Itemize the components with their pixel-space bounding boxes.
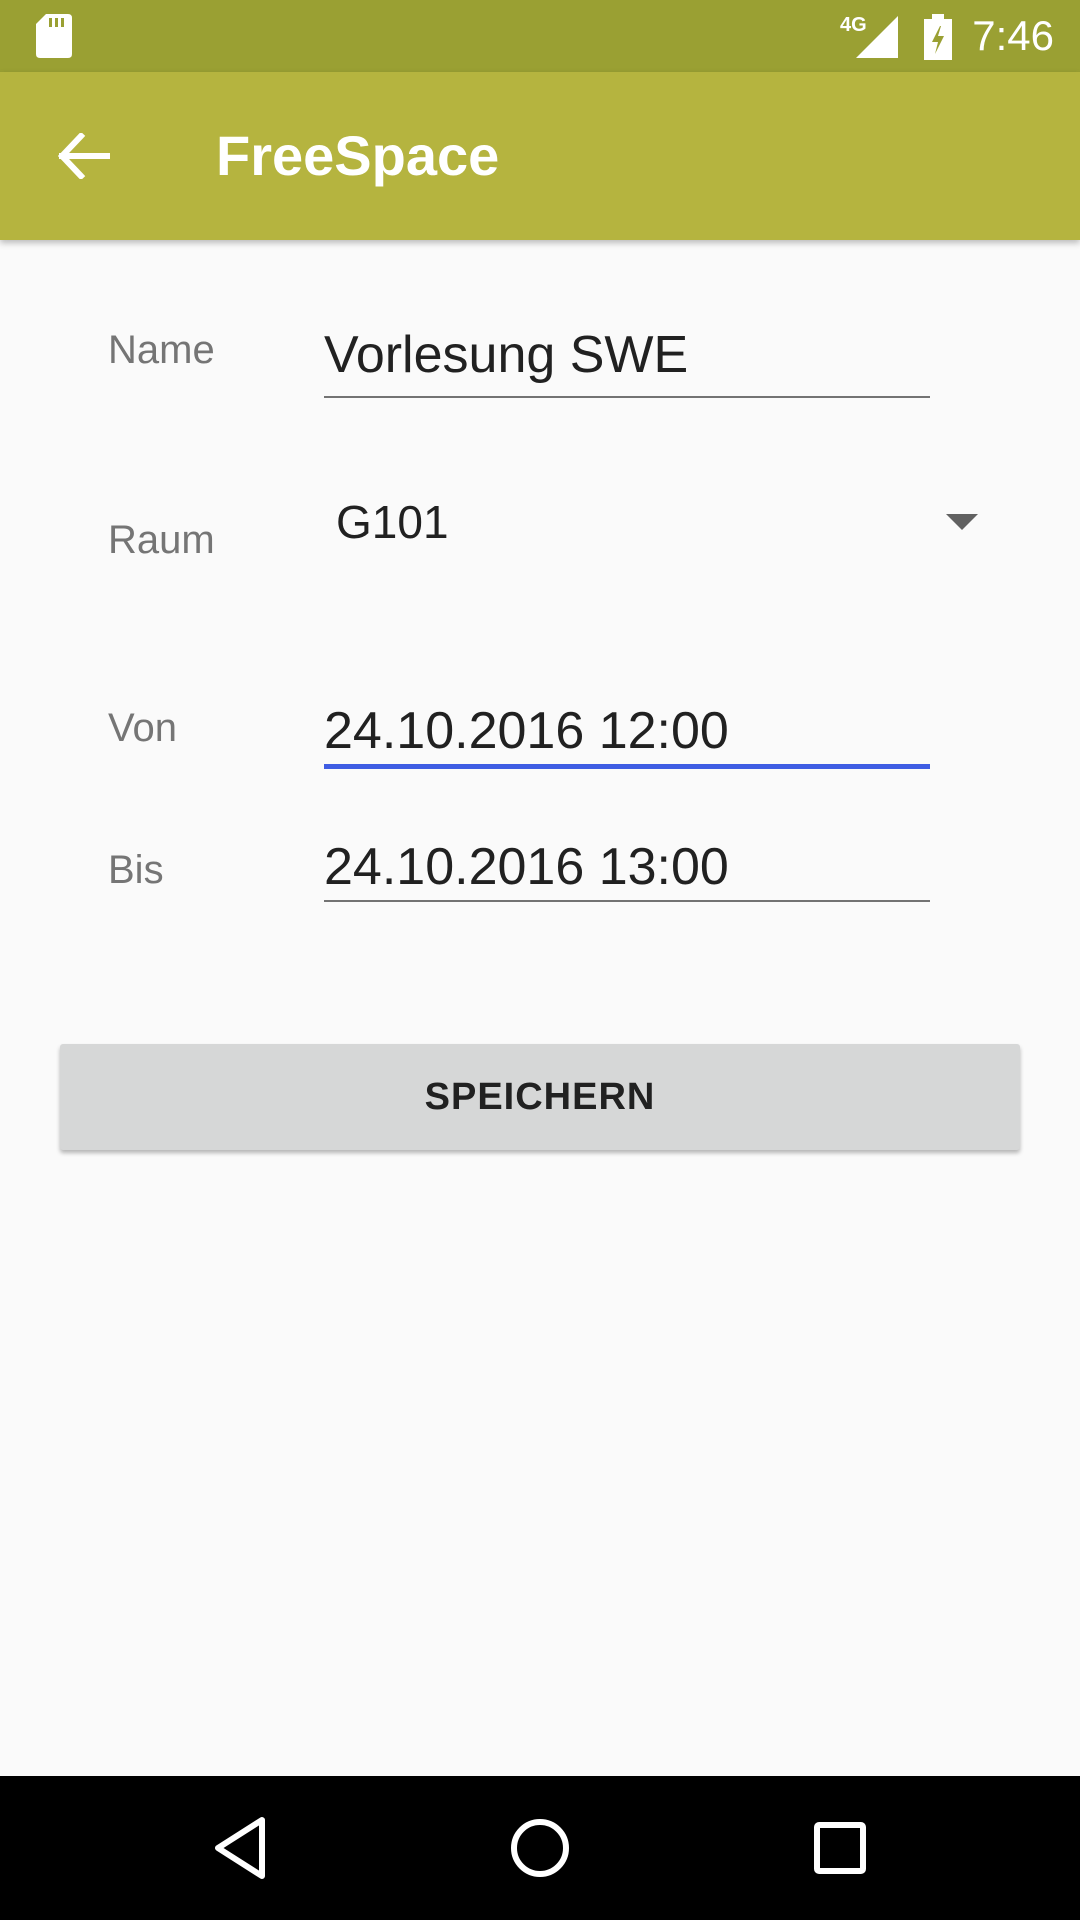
status-bar: 4G 7:46	[0, 0, 1080, 72]
to-input-underline	[324, 900, 930, 902]
from-datetime-input[interactable]	[324, 694, 930, 768]
status-time: 7:46	[972, 12, 1054, 59]
home-circle-icon[interactable]	[500, 1808, 580, 1888]
room-spinner[interactable]: G101	[324, 484, 984, 564]
back-triangle-icon[interactable]	[200, 1808, 280, 1888]
room-label: Raum	[108, 518, 215, 562]
sd-card-icon	[36, 14, 72, 58]
back-button[interactable]	[44, 116, 124, 196]
network-indicator: 4G	[840, 14, 898, 58]
signal-icon	[856, 16, 898, 58]
booking-form: Name Raum G101 Von Bis SPEICHERN	[0, 240, 1080, 1776]
system-nav-bar	[0, 1776, 1080, 1920]
name-input[interactable]	[324, 318, 930, 392]
to-datetime-input[interactable]	[324, 830, 930, 904]
room-selected-value: G101	[336, 496, 449, 548]
recents-square-icon[interactable]	[800, 1808, 880, 1888]
name-label: Name	[108, 328, 215, 372]
app-title: FreeSpace	[216, 124, 500, 187]
from-label: Von	[108, 706, 177, 750]
app-bar: FreeSpace	[0, 72, 1080, 240]
arrow-left-icon	[58, 133, 110, 179]
name-input-underline	[324, 396, 930, 398]
dropdown-arrow-icon	[946, 514, 978, 530]
to-label: Bis	[108, 848, 164, 892]
from-input-underline	[324, 764, 930, 769]
battery-charging-icon	[924, 14, 952, 60]
save-button[interactable]: SPEICHERN	[60, 1044, 1020, 1150]
